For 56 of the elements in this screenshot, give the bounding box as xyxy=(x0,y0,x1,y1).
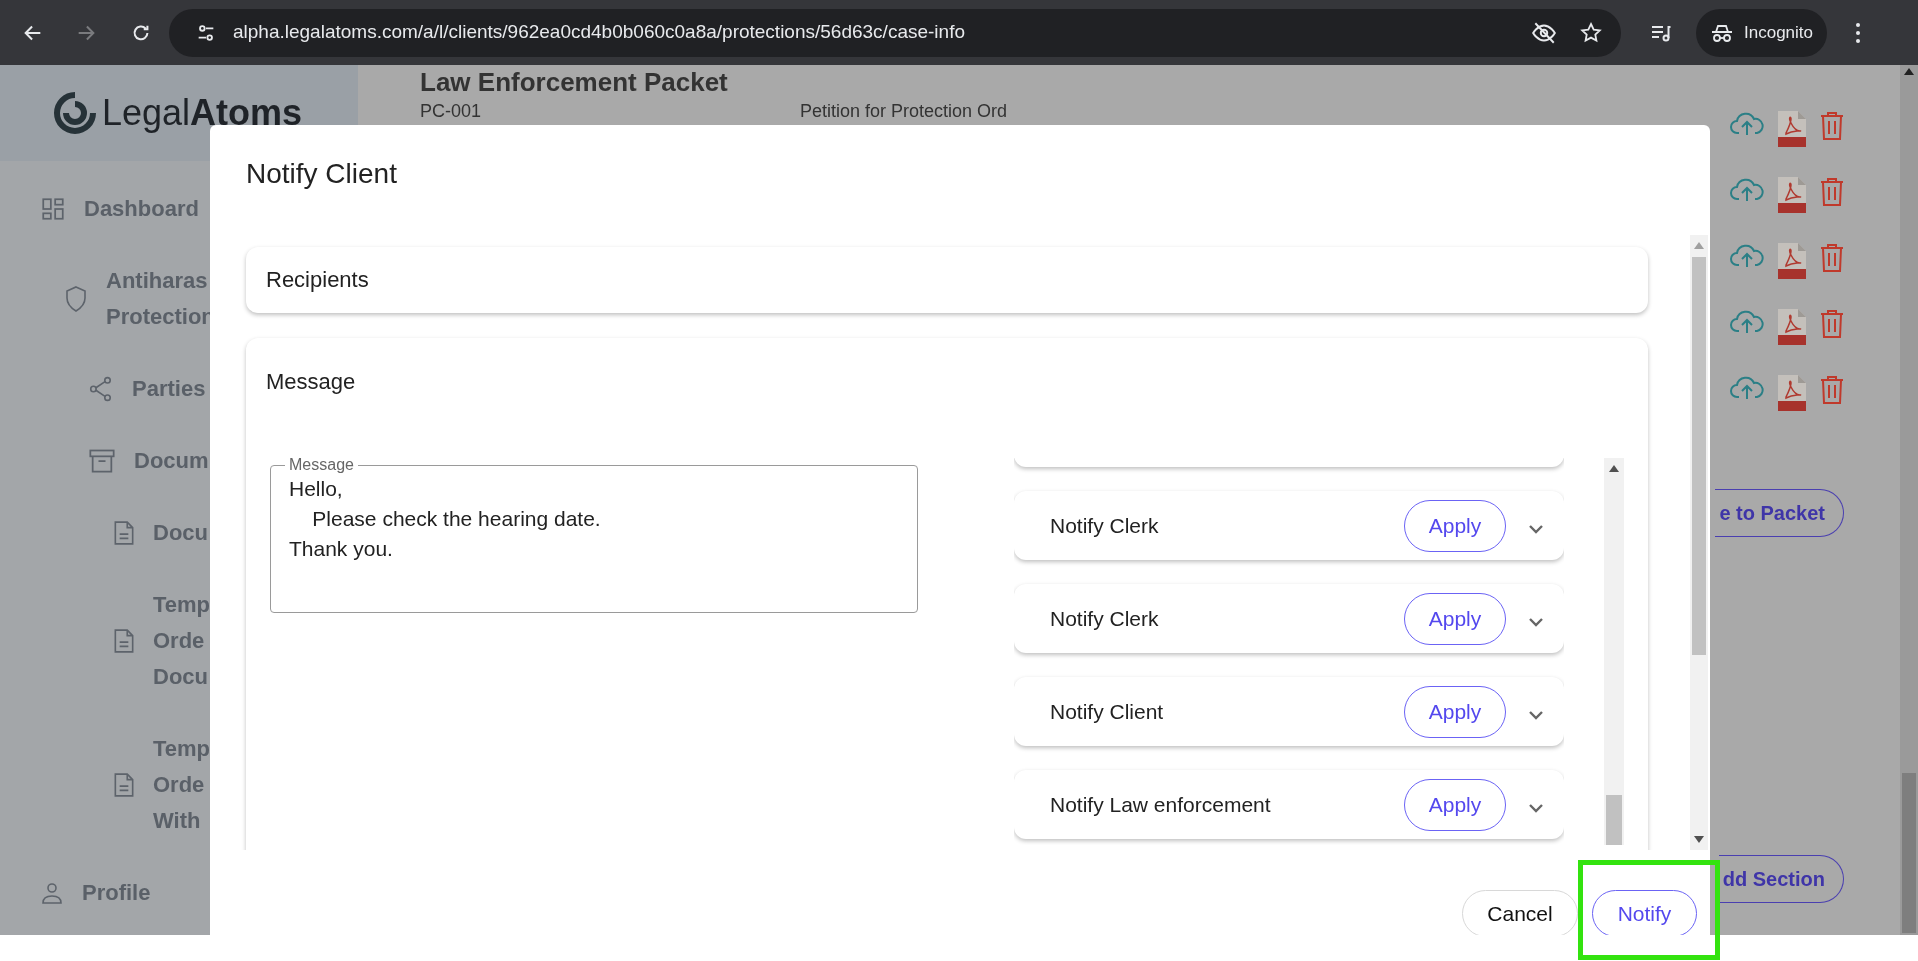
cloud-upload-icon[interactable] xyxy=(1730,243,1764,269)
archive-box-icon xyxy=(88,447,116,475)
cloud-upload-icon[interactable] xyxy=(1730,375,1764,401)
incognito-profile-button[interactable]: Incognito xyxy=(1696,8,1827,57)
section-title[interactable]: Recipients xyxy=(266,266,369,294)
scroll-thumb[interactable] xyxy=(1692,257,1706,655)
list-scrollbar[interactable] xyxy=(1604,458,1624,845)
dialog-button[interactable]: Cancel xyxy=(1462,890,1578,935)
chevron-down-icon[interactable] xyxy=(1528,523,1544,534)
pdf-file-icon[interactable] xyxy=(1778,243,1806,279)
template-name: Notify Law enforcement xyxy=(1050,791,1272,818)
section-title[interactable]: Message xyxy=(266,368,1628,396)
scroll-up-arrow-icon[interactable] xyxy=(1904,67,1914,75)
document-title: Petition for Protection Ord xyxy=(800,100,1008,123)
scroll-thumb[interactable] xyxy=(1902,773,1916,933)
document-icon xyxy=(113,628,135,654)
template-name: Notify Clerk xyxy=(1050,512,1160,539)
document-code: PC-001 xyxy=(420,100,483,123)
shield-icon xyxy=(64,285,88,313)
page-scrollbar[interactable] xyxy=(1900,65,1918,935)
dialog-scrollbar[interactable] xyxy=(1690,235,1708,850)
url-text: alpha.legalatoms.com/a/l/clients/962ea0cd4b0b060c0a8a/protections/56d63c/case-info xyxy=(233,20,965,45)
scroll-up-arrow-icon[interactable] xyxy=(1609,464,1619,472)
chevron-down-icon[interactable] xyxy=(1528,709,1544,720)
incognito-icon xyxy=(1710,22,1734,43)
template-name: Notify Client xyxy=(1050,698,1165,725)
template-name: Notify Clerk xyxy=(1050,605,1160,632)
dashboard-grid-icon xyxy=(40,196,66,222)
pdf-file-icon[interactable] xyxy=(1778,111,1806,147)
document-icon xyxy=(113,520,135,546)
scroll-down-arrow-icon[interactable] xyxy=(1694,836,1704,844)
trash-icon[interactable] xyxy=(1820,111,1844,141)
star-icon[interactable] xyxy=(1579,20,1603,45)
pdf-file-icon[interactable] xyxy=(1778,309,1806,345)
trash-icon[interactable] xyxy=(1820,309,1844,339)
chevron-down-icon[interactable] xyxy=(1528,802,1544,813)
trash-icon[interactable] xyxy=(1820,243,1844,273)
pdf-file-icon[interactable] xyxy=(1778,375,1806,411)
message-field[interactable]: Message Hello, Please check the hearing date. Thank you. xyxy=(270,458,918,613)
logo-mark-icon xyxy=(52,90,98,136)
dialog-button[interactable]: Notify xyxy=(1592,890,1697,935)
cloud-upload-icon[interactable] xyxy=(1730,309,1764,335)
chevron-down-icon[interactable] xyxy=(1528,616,1544,627)
cloud-upload-icon[interactable] xyxy=(1730,177,1764,203)
share-icon xyxy=(88,376,114,402)
trash-icon[interactable] xyxy=(1820,177,1844,207)
person-icon xyxy=(40,881,64,905)
section-heading: Law Enforcement Packet xyxy=(420,67,729,97)
menu-icon[interactable] xyxy=(1855,21,1861,44)
pdf-file-icon[interactable] xyxy=(1778,177,1806,213)
cloud-upload-icon[interactable] xyxy=(1730,111,1764,137)
scroll-thumb[interactable] xyxy=(1606,795,1622,845)
address-bar[interactable]: alpha.legalatoms.com/a/l/clients/962ea0cd4b0b060c0a8a/protections/56d63c/case-info xyxy=(169,8,1621,57)
document-icon xyxy=(113,772,135,798)
dialog-title: Notify Client xyxy=(246,157,397,191)
trash-icon[interactable] xyxy=(1820,375,1844,405)
